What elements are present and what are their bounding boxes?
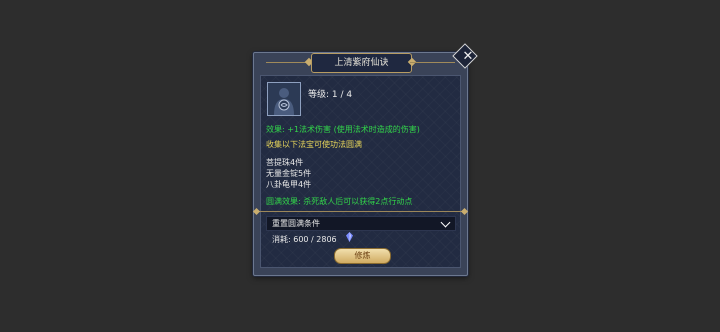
effect-text: 效果: +1法术伤害 (使用法术时造成的伤害) xyxy=(266,125,420,134)
crystal-icon xyxy=(346,232,353,242)
section-divider xyxy=(252,207,469,216)
title-ornament-right xyxy=(410,62,455,63)
close-icon[interactable]: ✕ xyxy=(459,48,477,66)
divider-ornament xyxy=(460,207,469,216)
cost-text: 消耗: 600 / 2806 xyxy=(272,235,337,244)
character-portrait-icon xyxy=(267,82,301,116)
required-item: 菩提珠4件 xyxy=(266,158,304,167)
required-item: 无量金锭5件 xyxy=(266,169,312,178)
dialog-title: 上清紫府仙诀 xyxy=(311,53,412,73)
collect-hint-text: 收集以下法宝可使功法圆满 xyxy=(266,140,362,149)
complete-effect-text: 圆满效果: 杀死敌人后可以获得2点行动点 xyxy=(266,197,413,206)
divider-ornament xyxy=(252,207,261,216)
chevron-down-icon[interactable] xyxy=(440,217,451,228)
level-text: 等级: 1 / 4 xyxy=(308,90,353,100)
reset-condition-dropdown[interactable]: 重置圆满条件 xyxy=(266,216,456,231)
content-area: 等级: 1 / 4 效果: +1法术伤害 (使用法术时造成的伤害) 收集以下法宝… xyxy=(252,75,469,268)
dropdown-label: 重置圆满条件 xyxy=(272,219,320,228)
title-bar: 上清紫府仙诀 xyxy=(254,53,467,73)
train-button[interactable]: 修炼 xyxy=(334,248,391,264)
skill-dialog: 上清紫府仙诀 ✕ 等级: 1 / 4 效果: +1法术伤害 (使用法术时造成的伤… xyxy=(252,43,478,276)
required-item: 八卦龟甲4件 xyxy=(266,180,312,189)
